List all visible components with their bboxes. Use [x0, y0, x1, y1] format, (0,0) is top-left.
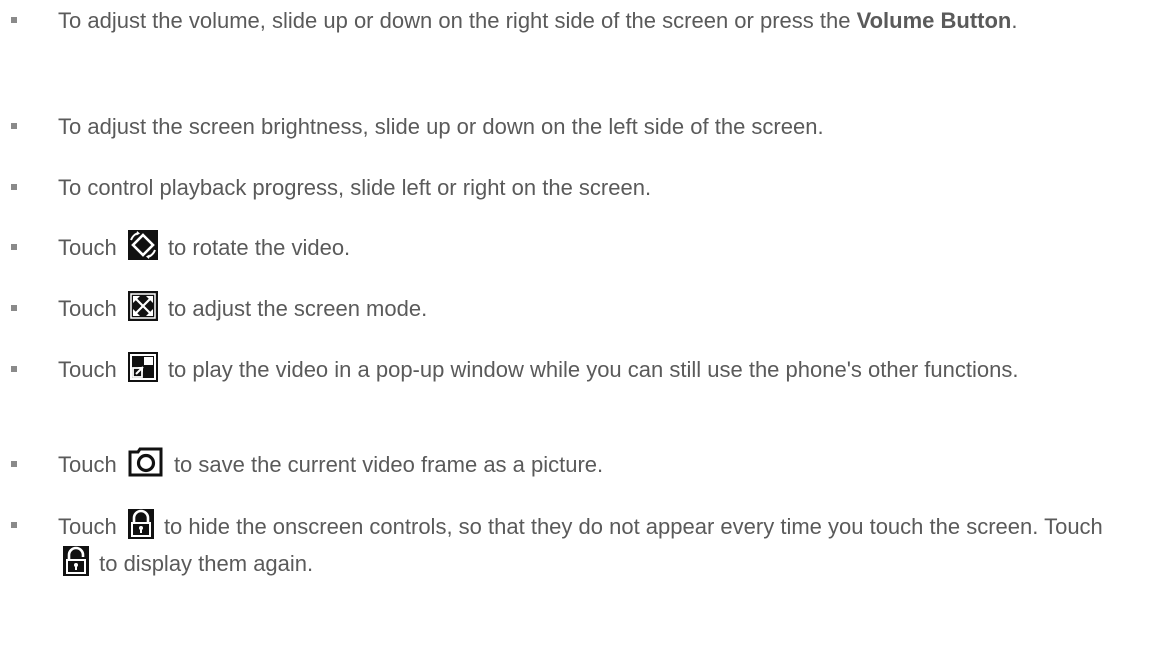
- item-text: Touch to play the video in a pop-up wind…: [58, 352, 1138, 388]
- bullet-marker: [11, 244, 17, 250]
- bullet-marker: [11, 17, 17, 23]
- volume-button-label: Volume Button: [856, 8, 1012, 33]
- item-text: To adjust the screen brightness, slide u…: [58, 114, 824, 139]
- item-text: To control playback progress, slide left…: [58, 175, 652, 200]
- item-text-tail: .: [1011, 8, 1018, 33]
- rotate-icon: [127, 230, 158, 260]
- bullet-marker: [11, 305, 17, 311]
- bullet-marker: [11, 123, 17, 129]
- popup-window-icon: [127, 352, 158, 382]
- bullet-marker: [11, 522, 17, 528]
- item-text: To adjust the volume, slide up or down o…: [58, 3, 1138, 39]
- lock-icon: [127, 509, 154, 539]
- camera-icon: [128, 447, 164, 477]
- bullet-marker: [11, 366, 17, 372]
- bullet-marker: [11, 461, 17, 467]
- item-text-lead: To adjust the volume, slide up or down o…: [58, 8, 857, 33]
- item-text: Touch to save the current video frame as…: [58, 447, 1138, 483]
- item-text: Touch to rotate the video.: [58, 230, 1138, 266]
- unlock-icon: [63, 546, 89, 576]
- bullet-marker: [11, 184, 17, 190]
- item-text: Touch to hide the onscreen controls, so …: [58, 508, 1138, 582]
- screen-mode-icon: [127, 291, 158, 321]
- item-text: Touch to adjust the screen mode.: [58, 291, 1138, 327]
